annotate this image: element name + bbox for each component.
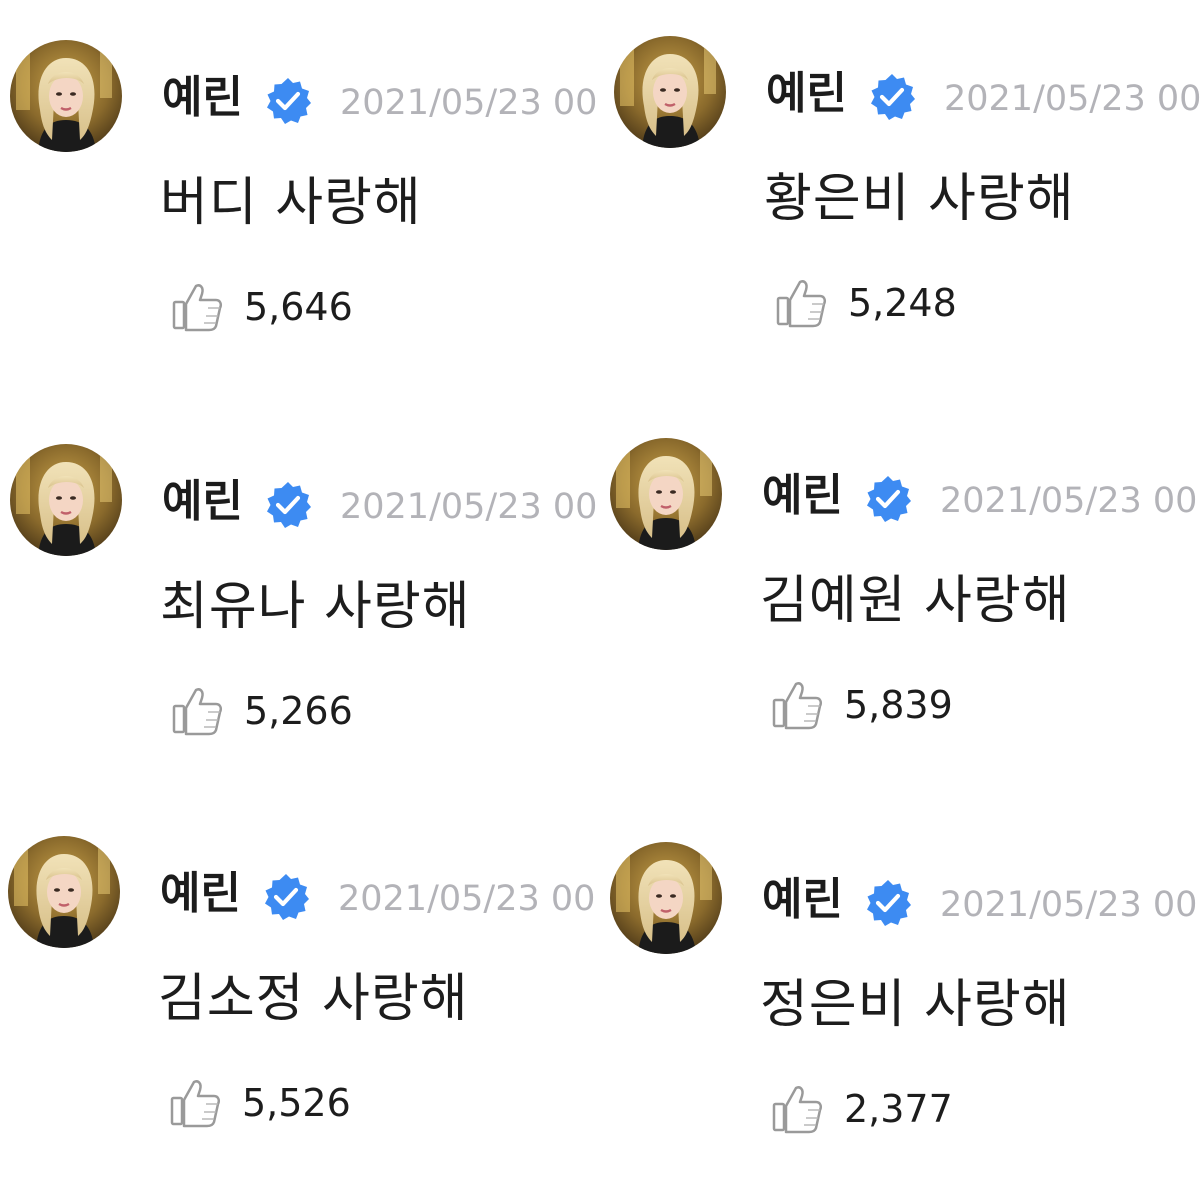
timestamp: 2021/05/23 00 bbox=[940, 481, 1198, 521]
avatar[interactable] bbox=[610, 438, 722, 550]
verified-badge-icon bbox=[264, 76, 312, 124]
like-count: 2,377 bbox=[844, 1087, 953, 1131]
avatar[interactable] bbox=[10, 444, 122, 556]
verified-badge-icon bbox=[262, 872, 310, 920]
profile-photo-icon bbox=[610, 842, 722, 954]
post-grid: 예린 2021/05/23 00 버디 사랑해 5,646 예린 2021/05… bbox=[0, 0, 1200, 1200]
username[interactable]: 예린 bbox=[160, 866, 241, 922]
profile-photo-icon bbox=[10, 444, 122, 556]
profile-photo-icon bbox=[610, 438, 722, 550]
thumbs-up-icon[interactable] bbox=[168, 1074, 224, 1130]
timestamp: 2021/05/23 00 bbox=[338, 879, 596, 919]
profile-photo-icon bbox=[8, 836, 120, 948]
post-message: 버디 사랑해 bbox=[160, 173, 422, 233]
post-card[interactable]: 예린 2021/05/23 00 김소정 사랑해 5,526 bbox=[8, 836, 608, 1166]
timestamp: 2021/05/23 00 bbox=[940, 885, 1198, 925]
verified-badge-icon bbox=[864, 474, 912, 522]
post-card[interactable]: 예린 2021/05/23 00 버디 사랑해 5,646 bbox=[10, 40, 610, 370]
like-count: 5,248 bbox=[848, 281, 957, 325]
verified-badge-icon bbox=[864, 878, 912, 926]
post-card[interactable]: 예린 2021/05/23 00 김예원 사랑해 5,839 bbox=[610, 438, 1200, 768]
username[interactable]: 예린 bbox=[762, 468, 843, 524]
post-card[interactable]: 예린 2021/05/23 00 정은비 사랑해 2,377 bbox=[610, 842, 1200, 1172]
avatar[interactable] bbox=[610, 842, 722, 954]
avatar[interactable] bbox=[10, 40, 122, 152]
like-count: 5,266 bbox=[244, 689, 353, 733]
profile-photo-icon bbox=[10, 40, 122, 152]
thumbs-up-icon[interactable] bbox=[170, 682, 226, 738]
verified-badge-icon bbox=[264, 480, 312, 528]
thumbs-up-icon[interactable] bbox=[170, 278, 226, 334]
thumbs-up-icon[interactable] bbox=[774, 274, 830, 330]
post-message: 김예원 사랑해 bbox=[760, 571, 1071, 631]
profile-photo-icon bbox=[614, 36, 726, 148]
post-card[interactable]: 예린 2021/05/23 00 최유나 사랑해 5,266 bbox=[10, 444, 610, 774]
post-message: 황은비 사랑해 bbox=[764, 169, 1075, 229]
like-count: 5,526 bbox=[242, 1081, 351, 1125]
avatar[interactable] bbox=[614, 36, 726, 148]
like-count: 5,839 bbox=[844, 683, 953, 727]
post-card[interactable]: 예린 2021/05/23 00: 황은비 사랑해 5,248 bbox=[614, 36, 1200, 366]
username[interactable]: 예린 bbox=[162, 70, 243, 126]
timestamp: 2021/05/23 00: bbox=[944, 79, 1200, 119]
thumbs-up-icon[interactable] bbox=[770, 1080, 826, 1136]
avatar[interactable] bbox=[8, 836, 120, 948]
username[interactable]: 예린 bbox=[766, 66, 847, 122]
verified-badge-icon bbox=[868, 72, 916, 120]
like-count: 5,646 bbox=[244, 285, 353, 329]
username[interactable]: 예린 bbox=[762, 872, 843, 928]
post-message: 정은비 사랑해 bbox=[760, 975, 1071, 1035]
post-message: 최유나 사랑해 bbox=[160, 577, 471, 637]
thumbs-up-icon[interactable] bbox=[770, 676, 826, 732]
post-message: 김소정 사랑해 bbox=[158, 969, 469, 1029]
timestamp: 2021/05/23 00 bbox=[340, 487, 598, 527]
timestamp: 2021/05/23 00 bbox=[340, 83, 598, 123]
username[interactable]: 예린 bbox=[162, 474, 243, 530]
